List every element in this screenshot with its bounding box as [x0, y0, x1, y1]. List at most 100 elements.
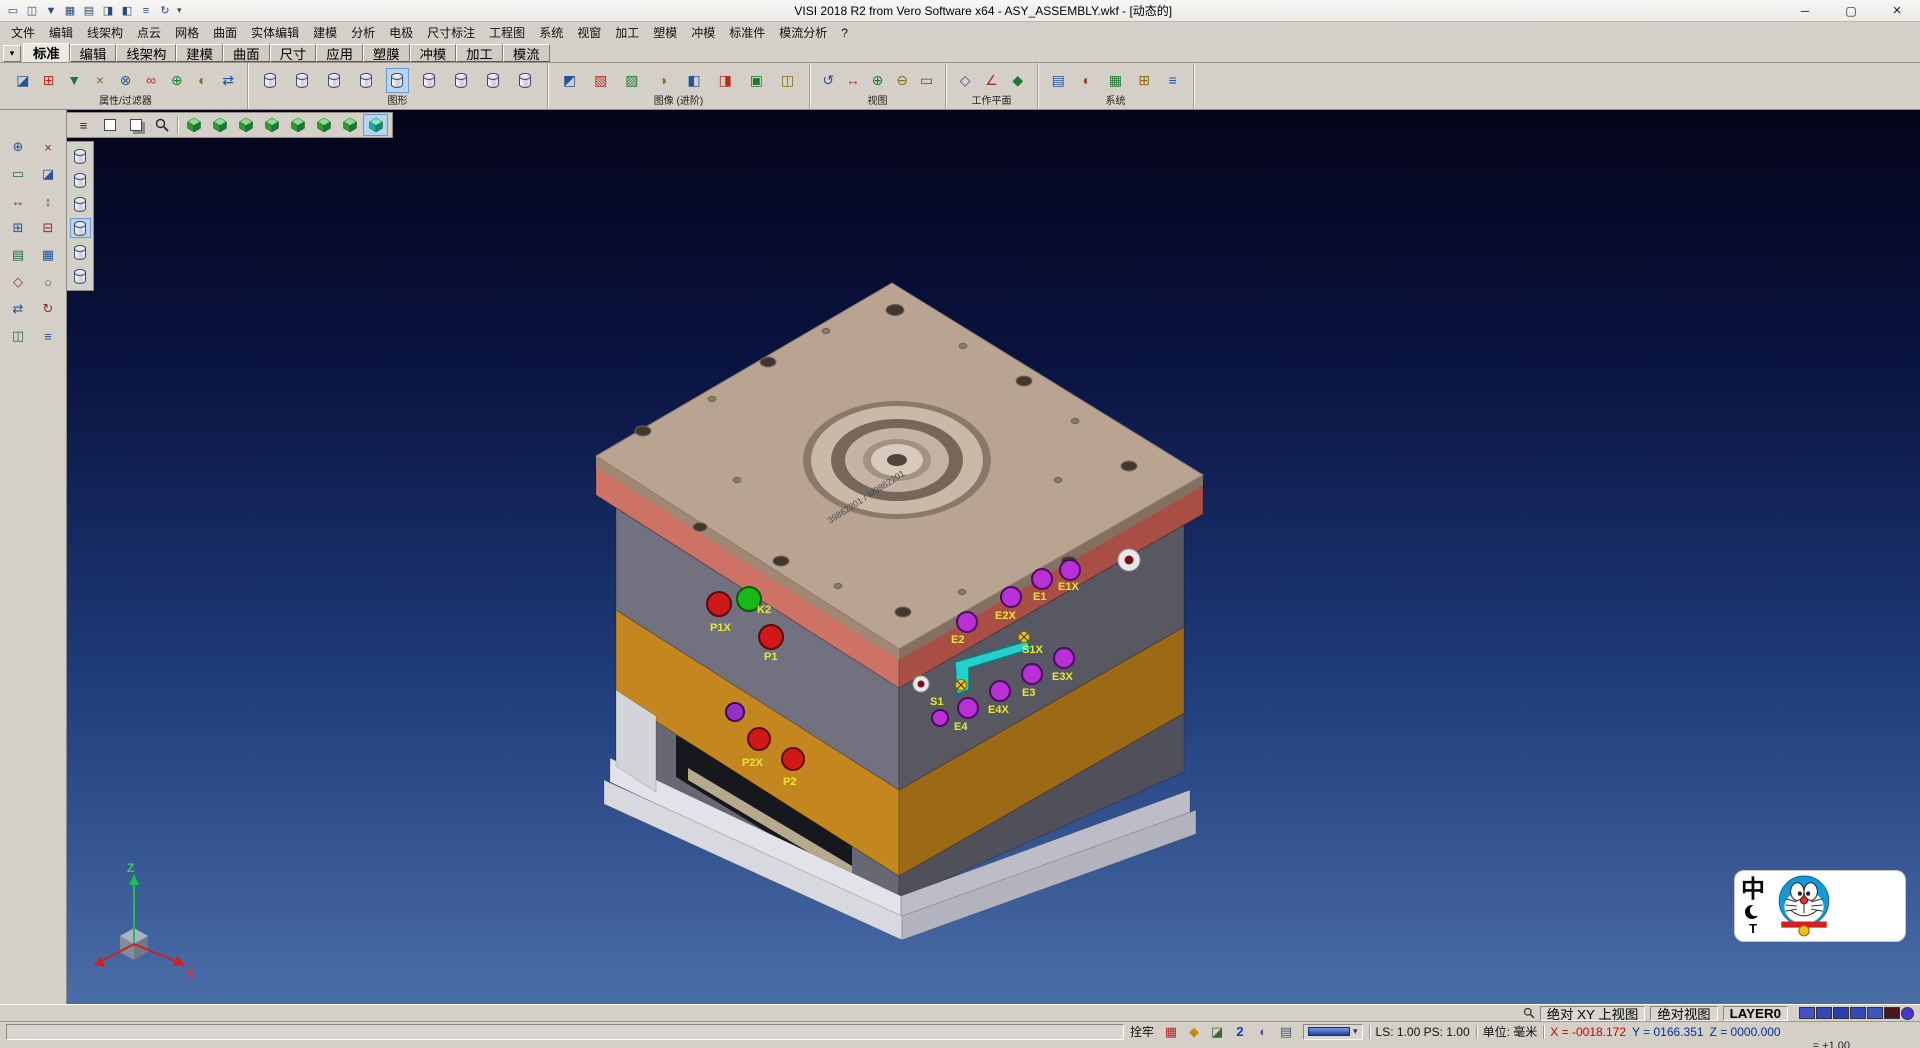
zoom-out-icon[interactable]: ⊟ — [36, 217, 60, 239]
menu-item[interactable]: 电极 — [382, 22, 420, 43]
render-textured-icon[interactable] — [482, 68, 505, 93]
filter-remove-icon[interactable]: × — [88, 68, 111, 93]
attribute-match-icon[interactable]: ⊞ — [37, 68, 60, 93]
move-horizontal-icon[interactable]: ↔ — [6, 190, 30, 212]
tab[interactable]: 编辑 — [70, 44, 117, 62]
solid-display-filter-2[interactable] — [70, 170, 91, 190]
solid-display-filter-3[interactable] — [70, 194, 91, 214]
workplane-3point-icon[interactable]: ∠ — [980, 68, 1003, 93]
hidden-line-image-icon[interactable]: ▨ — [620, 68, 643, 93]
mold-assembly-model[interactable]: 39862201 / M9862201 — [67, 110, 1920, 1004]
zoom-in-view-icon[interactable]: ⊕ — [866, 68, 889, 93]
tab[interactable]: 应用 — [316, 44, 363, 62]
menu-item[interactable]: 分析 — [344, 22, 382, 43]
copy-icon[interactable]: ◧ — [118, 2, 136, 19]
background-image-icon[interactable]: ◫ — [776, 68, 799, 93]
multi-view-icon[interactable] — [123, 114, 148, 136]
absolute-view-button[interactable]: 绝对视图 — [1650, 1006, 1717, 1021]
view-options-icon[interactable]: ≡ — [71, 114, 96, 136]
pattern-icon[interactable]: ▤ — [1275, 1023, 1297, 1041]
render-wireframe-icon[interactable] — [258, 68, 281, 93]
menu-item[interactable]: 模流分析 — [772, 22, 834, 43]
layer-move-icon[interactable]: ⇄ — [217, 68, 240, 93]
group-select-icon[interactable]: ⊕ — [165, 68, 188, 93]
edit-entity-icon[interactable]: ◪ — [36, 163, 60, 185]
menu-item[interactable]: 加工 — [608, 22, 646, 43]
workplane-standard-icon[interactable]: ◇ — [954, 68, 977, 93]
list-tool-icon[interactable]: ≡ — [36, 325, 60, 347]
zoom-window-icon[interactable]: ▭ — [915, 68, 938, 93]
filter-type-icon[interactable]: ▼ — [63, 68, 86, 93]
pan-view-icon[interactable]: ↔ — [841, 68, 864, 93]
maximize-button[interactable]: ▢ — [1828, 0, 1874, 21]
menu-item[interactable]: 冲模 — [684, 22, 722, 43]
render-hidden-line-icon[interactable] — [290, 68, 313, 93]
tab[interactable]: 加工 — [456, 44, 503, 62]
swap-icon[interactable]: ⇄ — [6, 298, 30, 320]
wireframe-image-icon[interactable]: ▧ — [589, 68, 612, 93]
view-top-icon[interactable] — [207, 114, 232, 136]
menu-item[interactable]: 实体编辑 — [244, 22, 306, 43]
menu-item[interactable]: 塑模 — [646, 22, 684, 43]
tab[interactable]: 尺寸 — [270, 44, 317, 62]
view-dynamic-icon[interactable] — [363, 114, 388, 136]
pen-color-5[interactable] — [1867, 1007, 1883, 1019]
snap-entity-icon[interactable]: ◆ — [1183, 1023, 1205, 1041]
view-bottom-icon[interactable] — [337, 114, 362, 136]
color-palette-icon[interactable]: ◐ — [1252, 1023, 1274, 1041]
move-vertical-icon[interactable]: ↕ — [36, 190, 60, 212]
close-button[interactable]: × — [1874, 0, 1920, 21]
render-transparent-icon[interactable] — [418, 68, 441, 93]
pen-color-3[interactable] — [1833, 1007, 1849, 1019]
undo-icon[interactable]: ↻ — [156, 2, 174, 19]
wcs-icon[interactable]: ◇ — [6, 271, 30, 293]
views-icon[interactable]: ◫ — [6, 325, 30, 347]
render-analysis-icon[interactable] — [513, 68, 536, 93]
view-right-icon[interactable] — [311, 114, 336, 136]
grid-settings-icon[interactable]: ▦ — [1104, 68, 1127, 93]
render-dynamic-icon[interactable] — [386, 68, 409, 93]
menu-item[interactable]: 视窗 — [570, 22, 608, 43]
view-front-icon[interactable] — [233, 114, 258, 136]
shaded-image-icon[interactable]: ◩ — [558, 68, 581, 93]
layer-indicator-icon[interactable]: 2 — [1229, 1023, 1251, 1041]
open-file-icon[interactable]: ◫ — [23, 2, 41, 19]
solid-display-filter-1[interactable] — [70, 146, 91, 166]
color-match-icon[interactable]: ◐ — [191, 68, 214, 93]
tab[interactable]: 塑膜 — [363, 44, 410, 62]
chain-select-icon[interactable]: ∞ — [140, 68, 163, 93]
solid-display-filter-6[interactable] — [70, 266, 91, 286]
tab[interactable]: 模流 — [503, 44, 550, 62]
grid-icon[interactable]: ▦ — [36, 244, 60, 266]
menu-item[interactable]: 线架构 — [80, 22, 130, 43]
attribute-edit-icon[interactable]: ◪ — [11, 68, 34, 93]
tab[interactable]: 冲模 — [410, 44, 457, 62]
menu-item[interactable]: 曲面 — [206, 22, 244, 43]
solid-display-filter-4[interactable] — [70, 218, 91, 238]
workplane-view-icon[interactable]: ◆ — [1006, 68, 1029, 93]
locating-ring[interactable] — [803, 401, 991, 519]
zoom-out-view-icon[interactable]: ⊖ — [891, 68, 914, 93]
tab-dropdown-icon[interactable]: ▾ — [3, 45, 21, 62]
tab[interactable]: 线架构 — [116, 44, 176, 62]
pen-color-2[interactable] — [1816, 1007, 1832, 1019]
zoom-extents-icon[interactable] — [149, 114, 174, 136]
dynamic-section-icon[interactable]: ◨ — [714, 68, 737, 93]
layers-icon[interactable]: ▤ — [6, 244, 30, 266]
3d-viewport[interactable]: 39862201 / M9862201 — [67, 110, 1920, 1004]
delete-icon[interactable]: × — [36, 136, 60, 158]
snap-view-button[interactable]: 绝对 XY 上视图 — [1540, 1006, 1646, 1021]
tab[interactable]: 建模 — [176, 44, 223, 62]
render-shaded-icon[interactable] — [322, 68, 345, 93]
section-view-icon[interactable]: ◧ — [683, 68, 706, 93]
save-file-icon[interactable]: ▼ — [42, 2, 60, 19]
menu-item[interactable]: 编辑 — [42, 22, 80, 43]
capture-image-icon[interactable]: ▣ — [745, 68, 768, 93]
menu-item[interactable]: 标准件 — [722, 22, 772, 43]
rotate-icon[interactable]: ↻ — [36, 298, 60, 320]
cut-icon[interactable]: ◨ — [99, 2, 117, 19]
circle-tool-icon[interactable]: ○ — [36, 271, 60, 293]
calculator-icon[interactable]: ⊞ — [1133, 68, 1156, 93]
tab[interactable]: 曲面 — [223, 44, 270, 62]
render-settings-icon[interactable]: ◐ — [1075, 68, 1098, 93]
